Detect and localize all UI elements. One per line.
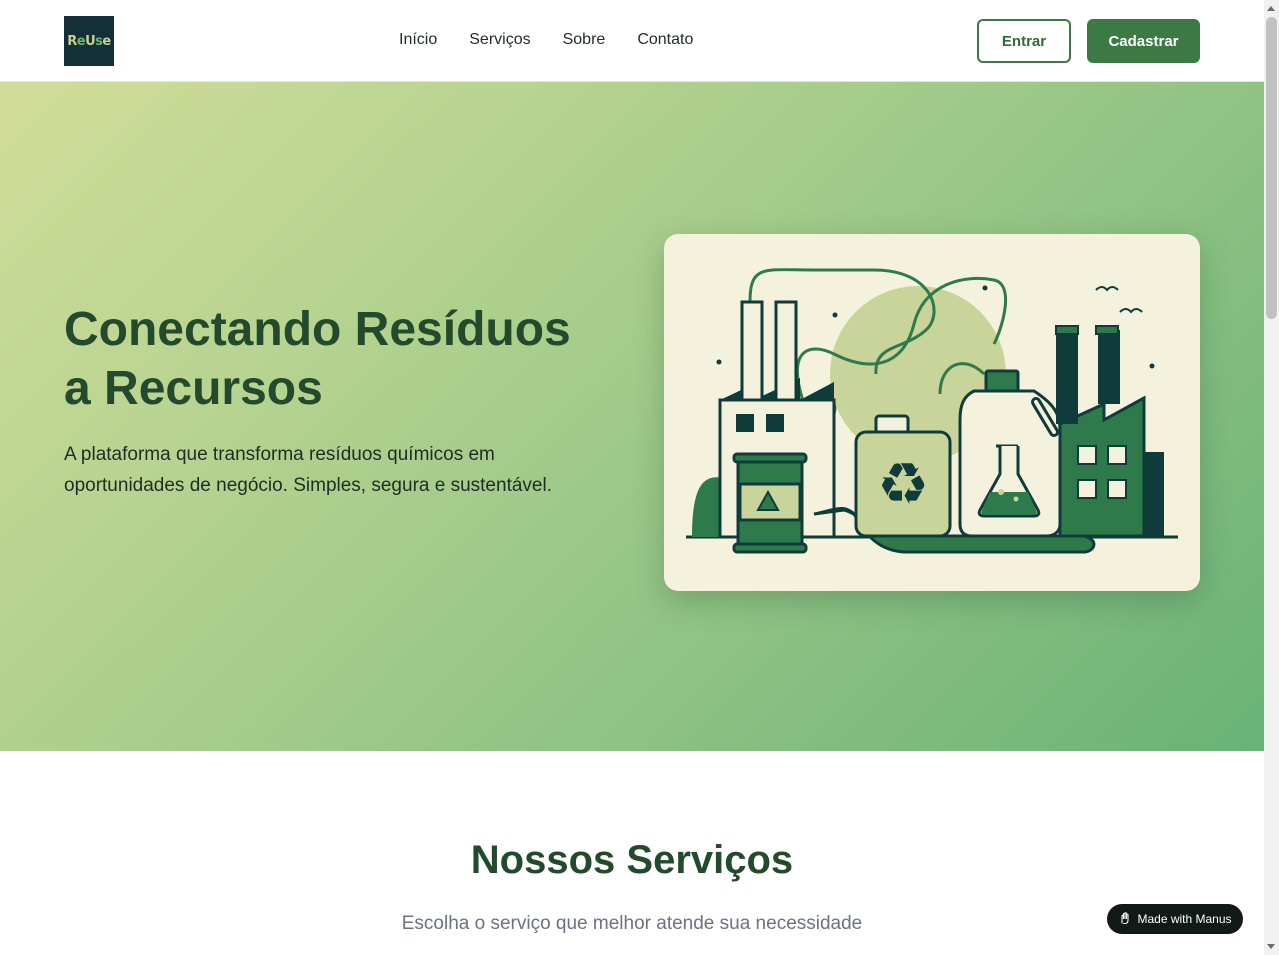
svg-text:♻: ♻ bbox=[877, 450, 929, 518]
made-with-manus-badge[interactable]: Made with Manus bbox=[1107, 904, 1243, 934]
nav-link-sobre[interactable]: Sobre bbox=[563, 30, 606, 50]
hero-title: Conectando Resíduos a Recursos bbox=[64, 303, 571, 415]
factory-recycling-illustration: ♻ bbox=[686, 268, 1178, 554]
page-scrollbar[interactable] bbox=[1264, 0, 1279, 955]
scrollbar-thumb[interactable] bbox=[1266, 17, 1277, 319]
hero-subtitle: A plataforma que transforma resíduos quí… bbox=[64, 444, 552, 496]
signup-button[interactable]: Cadastrar bbox=[1087, 19, 1200, 63]
scroll-down-icon[interactable] bbox=[1267, 944, 1275, 949]
nav-link-inicio[interactable]: Início bbox=[399, 30, 437, 50]
nav-link-contato[interactable]: Contato bbox=[637, 30, 693, 50]
hero-illustration-card: ♻ bbox=[664, 234, 1200, 591]
badge-label: Made with Manus bbox=[1137, 912, 1232, 926]
logo-letter: s bbox=[95, 33, 103, 49]
logo-letter: U bbox=[85, 33, 96, 49]
main-nav: Início Serviços Sobre Contato bbox=[399, 30, 693, 50]
reuse-logo[interactable]: ReUse bbox=[64, 16, 114, 66]
services-title: Nossos Serviços bbox=[470, 838, 794, 882]
services-subtitle: Escolha o serviço que melhor atende sua … bbox=[401, 913, 863, 934]
logo-letter: e bbox=[102, 33, 111, 49]
site-header: ReUse Início Serviços Sobre Contato Entr… bbox=[0, 0, 1264, 82]
nav-link-servicos[interactable]: Serviços bbox=[469, 30, 530, 50]
hero-section: Conectando Resíduos a Recursos A platafo… bbox=[0, 82, 1264, 751]
login-button[interactable]: Entrar bbox=[977, 19, 1071, 63]
manus-hand-icon bbox=[1118, 911, 1132, 928]
logo-letter: e bbox=[76, 33, 86, 49]
scroll-up-icon[interactable] bbox=[1267, 6, 1275, 11]
logo-letter: R bbox=[67, 33, 77, 49]
